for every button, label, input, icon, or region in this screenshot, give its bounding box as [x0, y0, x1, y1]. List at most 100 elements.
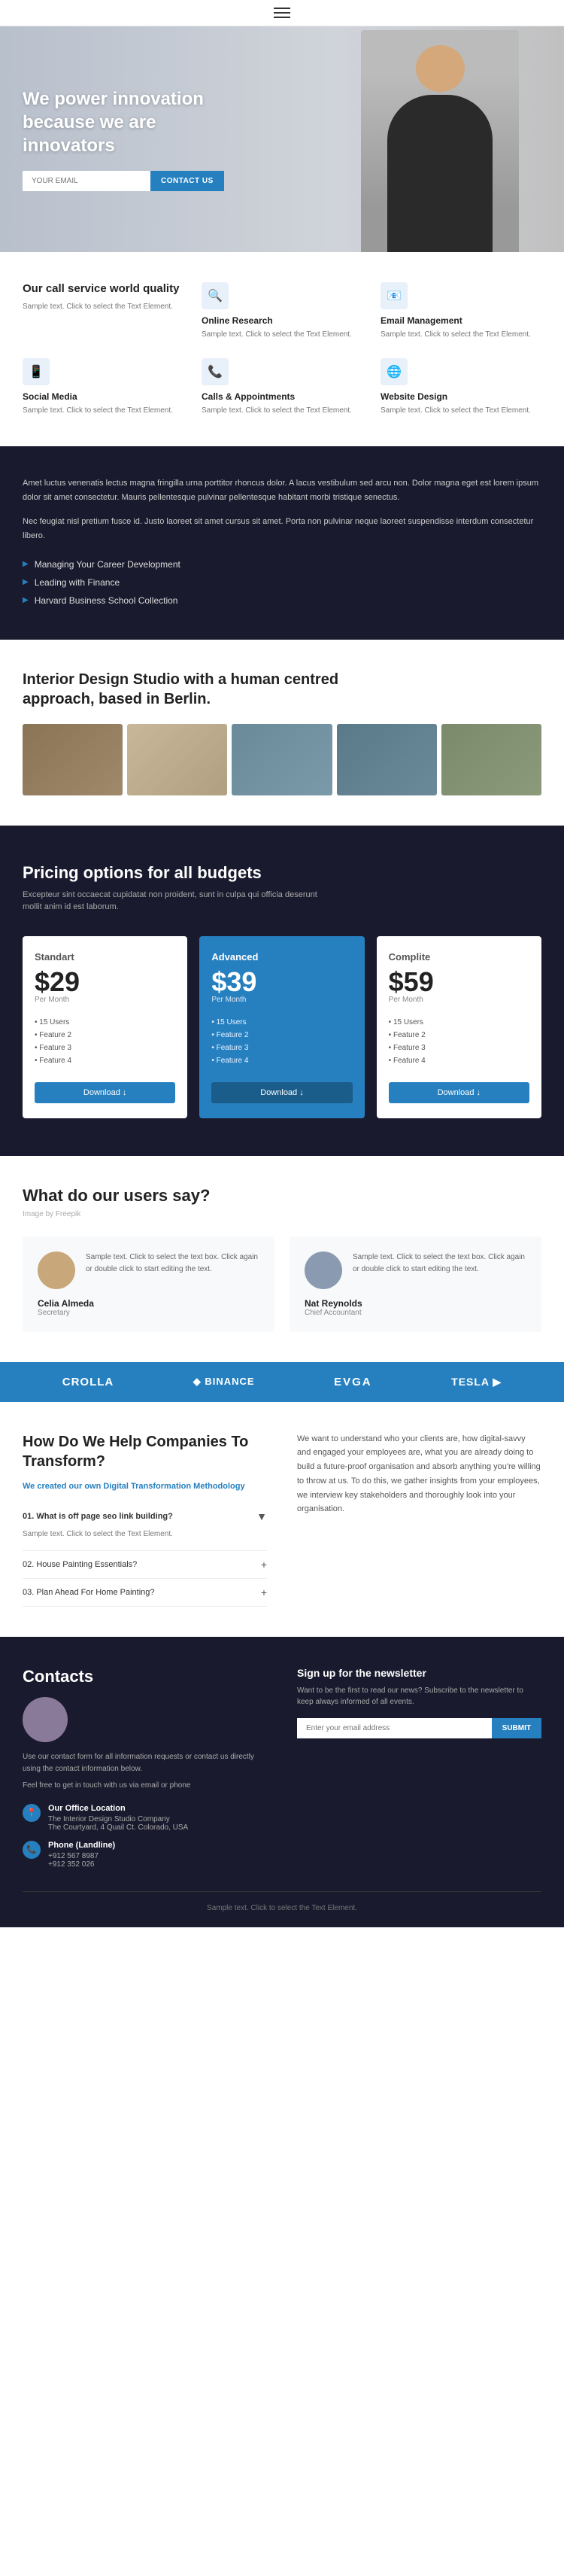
service-intro: Our call service world quality Sample te… — [23, 282, 183, 340]
dark-list-item-3: ▶ Harvard Business School Collection — [23, 592, 541, 610]
phone-icon: 📞 — [23, 1841, 41, 1859]
hamburger-button[interactable] — [274, 8, 290, 18]
email-management-icon: 📧 — [381, 282, 408, 309]
complite-feature-4: • Feature 4 — [389, 1054, 529, 1067]
office-line1: The Interior Design Studio Company — [48, 1815, 188, 1823]
accordion-toggle-2: + — [261, 1559, 267, 1571]
logos-section: CROLLA ◆ BINANCE EVGA TESLA ▶ — [0, 1362, 564, 1402]
testimonials-heading: What do our users say? — [23, 1186, 541, 1206]
testimonials-section: What do our users say? Image by Freepik … — [0, 1156, 564, 1362]
pricing-card-advanced: Advanced $39 Per Month • 15 Users • Feat… — [199, 936, 364, 1118]
phone-number-1: +912 567 8987 — [48, 1852, 115, 1860]
logo-crolla: CROLLA — [62, 1376, 114, 1388]
service-item-online-research: 🔍 Online Research Sample text. Click to … — [202, 282, 362, 340]
office-label: Our Office Location — [48, 1804, 188, 1813]
email-management-text: Sample text. Click to select the Text El… — [381, 329, 541, 340]
list-arrow-icon-3: ▶ — [23, 596, 29, 604]
calls-icon: 📞 — [202, 358, 229, 385]
online-research-icon: 🔍 — [202, 282, 229, 309]
advanced-feature-2: • Feature 2 — [211, 1029, 352, 1042]
testimonial-card-1: Sample text. Click to select the text bo… — [23, 1236, 274, 1332]
pricing-card-standart: Standart $29 Per Month • 15 Users • Feat… — [23, 936, 187, 1118]
hero-title: We power innovation because we are innov… — [23, 87, 248, 158]
dark-list-item-2: ▶ Leading with Finance — [23, 573, 541, 592]
dark-list-item-1: ▶ Managing Your Career Development — [23, 555, 541, 573]
email-management-title: Email Management — [381, 315, 541, 326]
plan-name-standart: Standart — [35, 951, 175, 963]
social-media-title: Social Media — [23, 391, 183, 402]
transform-section: How Do We Help Companies To Transform? W… — [0, 1402, 564, 1637]
advanced-feature-1: • 15 Users — [211, 1016, 352, 1029]
accordion-item-3: 03. Plan Ahead For Home Painting? + — [23, 1579, 267, 1607]
services-heading: Our call service world quality — [23, 282, 183, 295]
newsletter-text: Want to be the first to read our news? S… — [297, 1685, 541, 1708]
services-intro-text: Sample text. Click to select the Text El… — [23, 301, 183, 312]
accordion-question-1: 01. What is off page seo link building? — [23, 1512, 173, 1521]
list-arrow-icon-1: ▶ — [23, 560, 29, 568]
photo-5 — [441, 724, 541, 795]
standart-feature-4: • Feature 4 — [35, 1054, 175, 1067]
plan-price-standart: $29 — [35, 969, 175, 996]
social-media-icon: 📱 — [23, 358, 50, 385]
testimonial-role-1: Secretary — [38, 1309, 259, 1317]
nav-bar — [0, 0, 564, 26]
avatar-nat — [305, 1252, 342, 1289]
standart-feature-1: • 15 Users — [35, 1016, 175, 1029]
pricing-heading: Pricing options for all budgets — [23, 863, 541, 883]
interior-section: Interior Design Studio with a human cent… — [0, 640, 564, 826]
accordion-header-3[interactable]: 03. Plan Ahead For Home Painting? + — [23, 1586, 267, 1598]
complite-feature-2: • Feature 2 — [389, 1029, 529, 1042]
plan-period-standart: Per Month — [35, 996, 175, 1004]
plan-name-advanced: Advanced — [211, 951, 352, 963]
testimonial-cards: Sample text. Click to select the text bo… — [23, 1236, 541, 1332]
transform-right-text: We want to understand who your clients a… — [297, 1432, 541, 1516]
logo-tesla: TESLA ▶ — [451, 1376, 502, 1388]
newsletter-heading: Sign up for the newsletter — [297, 1667, 541, 1679]
logo-evga: EVGA — [334, 1376, 372, 1388]
hero-content: We power innovation because we are innov… — [0, 87, 271, 192]
footer-phone: 📞 Phone (Landline) +912 567 8987 +912 35… — [23, 1841, 267, 1869]
footer-sub-description: Feel free to get in touch with us via em… — [23, 1780, 267, 1792]
service-item-email-management: 📧 Email Management Sample text. Click to… — [381, 282, 541, 340]
location-icon: 📍 — [23, 1804, 41, 1822]
footer-office: 📍 Our Office Location The Interior Desig… — [23, 1804, 267, 1832]
hero-section: We power innovation because we are innov… — [0, 26, 564, 252]
accordion-header-2[interactable]: 02. House Painting Essentials? + — [23, 1559, 267, 1571]
download-button-advanced[interactable]: Download ↓ — [211, 1082, 352, 1103]
contact-us-button[interactable]: CONTACT US — [150, 171, 224, 191]
download-button-standart[interactable]: Download ↓ — [35, 1082, 175, 1103]
dark-body-2: Nec feugiat nisl pretium fusce id. Justo… — [23, 515, 541, 543]
download-button-complite[interactable]: Download ↓ — [389, 1082, 529, 1103]
transform-right: We want to understand who your clients a… — [297, 1432, 541, 1607]
plan-period-complite: Per Month — [389, 996, 529, 1004]
testimonial-text-2: Sample text. Click to select the text bo… — [353, 1252, 526, 1289]
advanced-feature-3: • Feature 3 — [211, 1042, 352, 1054]
hero-form: CONTACT US — [23, 171, 248, 191]
advanced-feature-4: • Feature 4 — [211, 1054, 352, 1067]
footer-description: Use our contact form for all information… — [23, 1751, 267, 1775]
service-item-website: 🌐 Website Design Sample text. Click to s… — [381, 358, 541, 416]
footer-right: Sign up for the newsletter Want to be th… — [297, 1667, 541, 1869]
footer-left: Contacts Use our contact form for all in… — [23, 1667, 267, 1869]
accordion-toggle-1: ▼ — [256, 1510, 267, 1522]
plan-period-advanced: Per Month — [211, 996, 352, 1004]
newsletter-submit-button[interactable]: SUBMIT — [492, 1718, 541, 1738]
photo-3 — [232, 724, 332, 795]
pricing-card-complite: Complite $59 Per Month • 15 Users • Feat… — [377, 936, 541, 1118]
testimonial-role-2: Chief Accountant — [305, 1309, 526, 1317]
plan-price-complite: $59 — [389, 969, 529, 996]
office-details: Our Office Location The Interior Design … — [48, 1804, 188, 1832]
office-line2: The Courtyard, 4 Quail Ct. Colorado, USA — [48, 1823, 188, 1832]
email-input[interactable] — [23, 171, 150, 191]
image-credit: Image by Freepik — [23, 1210, 541, 1218]
list-arrow-icon-2: ▶ — [23, 578, 29, 586]
newsletter-email-input[interactable] — [297, 1718, 492, 1738]
accordion-item-2: 02. House Painting Essentials? + — [23, 1551, 267, 1579]
footer: Contacts Use our contact form for all in… — [0, 1637, 564, 1927]
photo-2 — [127, 724, 227, 795]
website-icon: 🌐 — [381, 358, 408, 385]
accordion-header-1[interactable]: 01. What is off page seo link building? … — [23, 1510, 267, 1522]
interior-photos — [23, 724, 541, 795]
accordion-question-3: 03. Plan Ahead For Home Painting? — [23, 1588, 155, 1597]
accordion-question-2: 02. House Painting Essentials? — [23, 1560, 137, 1569]
